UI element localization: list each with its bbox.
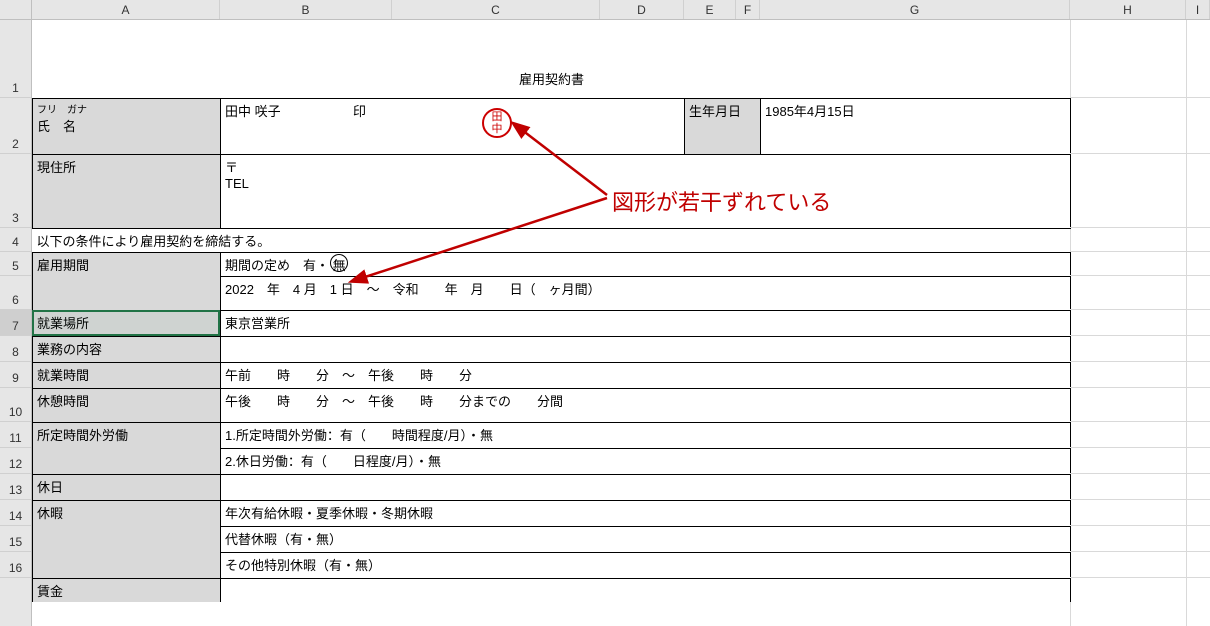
cell-dob-value[interactable]: 1985年4月15日 [761,98,1071,154]
row-header-9[interactable]: 9 [0,362,31,388]
intro-text: 以下の条件により雇用契約を締結する。 [33,228,1071,252]
value-name: 田中 咲子 [225,104,281,119]
cell-holiday[interactable] [221,474,1071,500]
col-header-G[interactable]: G [760,0,1070,19]
cell-period-fixed[interactable]: 期間の定め 有・ 無 [221,252,1071,276]
cell-overtime1[interactable]: 1.所定時間外労働：有（ 時間程度/月）・無 [221,422,1071,448]
seal-text-bottom: 中 [492,123,503,135]
column-header-row: A B C D E F G H I [0,0,1210,20]
row-header-4[interactable]: 4 [0,228,31,252]
value-period-fixed: 期間の定め 有・ 無 [225,258,346,273]
cell-break-time[interactable]: 午後 時 分 ～ 午後 時 分までの 分間 [221,388,1071,422]
label-leave: 休暇 [33,500,221,578]
label-duties: 業務の内容 [33,336,221,362]
row-header-14[interactable]: 14 [0,500,31,526]
label-name: フリ ガナ 氏 名 [33,98,221,154]
annotation-text: 図形が若干ずれている [612,185,831,217]
seal-label: 印 [353,101,366,120]
row-header-12[interactable]: 12 [0,448,31,474]
row-header-3[interactable]: 3 [0,154,31,228]
cell-period-range[interactable]: 2022 年 4 月 1 日 ～ 令和 年 月 日（ ヶ月間） [221,276,1071,310]
row-header-1[interactable]: 1 [0,20,31,98]
label-name-text: 氏 名 [37,116,216,135]
row-header-7[interactable]: 7 [0,310,31,336]
label-holiday: 休日 [33,474,221,500]
value-address-postal: 〒 [225,157,1066,176]
row-header-8[interactable]: 8 [0,336,31,362]
cell-wage[interactable] [221,578,1071,602]
row-header-strip: 12345678910111213141516 [0,20,32,626]
select-all-corner[interactable] [0,0,32,19]
sheet-area[interactable]: 雇用契約書 フリ ガナ 氏 名 田中 咲子 印 生年月日 1985年4月15日 … [32,20,1210,626]
label-furigana: フリ ガナ [37,101,216,116]
label-address: 現住所 [33,154,221,228]
cell-leave2[interactable]: 代替休暇（有・無） [221,526,1071,552]
spreadsheet-viewport: A B C D E F G H I 1234567891011121314151… [0,0,1210,626]
row-header-15[interactable]: 15 [0,526,31,552]
label-period: 雇用期間 [33,252,221,310]
row-header-2[interactable]: 2 [0,98,31,154]
label-wage: 賃金 [33,578,221,602]
col-header-D[interactable]: D [600,0,684,19]
col-header-B[interactable]: B [220,0,392,19]
cell-duties[interactable] [221,336,1071,362]
col-header-F[interactable]: F [736,0,760,19]
label-overtime: 所定時間外労働 [33,422,221,474]
cell-leave3[interactable]: その他特別休暇（有・無） [221,552,1071,578]
row-header-11[interactable]: 11 [0,422,31,448]
row-header-6[interactable]: 6 [0,276,31,310]
cell-name-value[interactable]: 田中 咲子 印 [221,98,685,154]
cell-workplace[interactable]: 東京営業所 [221,310,1071,336]
col-header-H[interactable]: H [1070,0,1186,19]
contract-form: 雇用契約書 フリ ガナ 氏 名 田中 咲子 印 生年月日 1985年4月15日 … [32,20,1071,602]
seal-text-top: 田 [492,111,503,123]
row-header-10[interactable]: 10 [0,388,31,422]
cell-leave1[interactable]: 年次有給休暇・夏季休暇・冬期休暇 [221,500,1071,526]
cell-overtime2[interactable]: 2.休日労働：有（ 日程度/月）・無 [221,448,1071,474]
row-header-5[interactable]: 5 [0,252,31,276]
document-title: 雇用契約書 [33,20,1071,98]
col-header-I[interactable]: I [1186,0,1210,19]
label-workplace: 就業場所 [33,310,221,336]
label-dob: 生年月日 [685,98,761,154]
col-header-A[interactable]: A [32,0,220,19]
row-header-13[interactable]: 13 [0,474,31,500]
label-break-time: 休憩時間 [33,388,221,422]
label-work-hours: 就業時間 [33,362,221,388]
circle-marker-icon[interactable] [330,254,348,272]
col-header-E[interactable]: E [684,0,736,19]
seal-stamp-icon[interactable]: 田 中 [482,108,512,138]
cell-work-hours[interactable]: 午前 時 分 ～ 午後 時 分 [221,362,1071,388]
col-header-C[interactable]: C [392,0,600,19]
row-header-16[interactable]: 16 [0,552,31,578]
